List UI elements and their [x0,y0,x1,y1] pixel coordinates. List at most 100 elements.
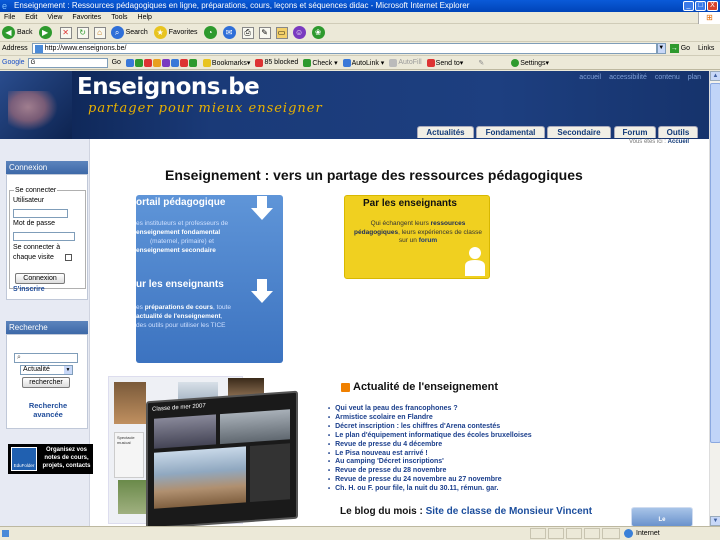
messenger-icon[interactable]: ☺ [292,26,306,39]
scroll-down-icon[interactable]: ▼ [710,516,720,526]
check-icon [303,58,312,67]
news-item[interactable]: Revue de presse du 24 novembre au 27 nov… [328,476,532,485]
teachers-for-text-b: préparations de cours [144,304,213,311]
news-item[interactable]: Revue de presse du 4 décembre [328,441,532,450]
blog-thumbnail[interactable]: Le [631,507,693,526]
search-category-select[interactable]: Actualité ▼ [20,365,73,375]
blog-of-month: Le blog du mois : Site de classe de Mons… [340,506,592,517]
forward-button[interactable]: ▶ [38,26,54,39]
stop-icon[interactable]: ✕ [59,26,72,39]
autofill-button[interactable]: AutoFill [389,58,422,67]
user-input[interactable] [13,209,68,218]
photo-collage[interactable]: Spectacle musical Classe de mer 2007 [108,376,308,526]
search-category-value: Actualité [23,366,50,373]
portal-panel: ortail pédagogique es instituteurs et pr… [136,195,283,363]
signup-link[interactable]: S'inscrire [13,286,45,293]
menu-help[interactable]: Help [138,12,152,23]
settings-button[interactable]: Settings▾ [511,58,549,67]
news-icon [134,58,143,67]
menu-view[interactable]: View [47,12,62,23]
tab-fondamental[interactable]: Fondamental [476,126,545,138]
toplink-plan[interactable]: plan [688,74,701,81]
news-item[interactable]: Revue de presse du 28 novembre [328,467,532,476]
scroll-up-icon[interactable]: ▲ [710,71,720,81]
globe-icon [624,529,633,538]
toplink-contenu[interactable]: contenu [655,74,680,81]
go-label: Go [680,45,691,52]
menu-tools[interactable]: Tools [111,12,127,23]
rss-icon[interactable] [341,382,350,392]
login-button[interactable]: Connexion [15,273,65,284]
vertical-scrollbar[interactable]: ▲ ▼ [709,71,720,526]
google-tool-icons[interactable] [125,58,198,67]
bookmarks-button[interactable]: Bookmarks▾ [202,58,250,67]
back-button[interactable]: ◀ Back [2,26,33,39]
scrollbar-thumb[interactable] [710,83,720,443]
news-item[interactable]: Le Pisa nouveau est arrivé ! [328,450,532,459]
menu-file[interactable]: File [4,12,15,23]
portal-text-d: enseignement secondaire [136,247,216,254]
page-done-icon [2,528,10,539]
site-logo[interactable]: Enseignons.be [77,74,260,100]
remember-checkbox[interactable] [65,254,72,261]
password-label: Mot de passe [13,220,56,227]
menu-edit[interactable]: Edit [25,12,37,23]
edufolder-logo-label: EduFolder [13,463,35,468]
research-icon[interactable]: ❀ [311,26,325,39]
password-input[interactable] [13,232,75,241]
page-viewport: Enseignons.be partager pour mieux enseig… [0,71,709,526]
tab-secondaire[interactable]: Secondaire [547,126,611,138]
minimize-button[interactable]: _ [683,1,694,11]
go-button[interactable]: → Go [669,44,691,53]
news-item[interactable]: Qui veut la peau des francophones ? [328,405,532,414]
address-dropdown-button[interactable]: ▼ [656,43,666,54]
menu-favorites[interactable]: Favorites [72,12,101,23]
edufolder-banner[interactable]: EduFolder Organisez vos notes de cours, … [8,444,93,474]
toplink-accessibilite[interactable]: accessibilité [609,74,647,81]
address-bar: Address http://www.enseignons.be/ ▼ → Go… [0,42,720,56]
print-icon[interactable]: ⎙ [241,26,254,39]
mail-icon[interactable]: ✉ [222,26,236,39]
teachers-by-text-d[interactable]: forum [419,237,437,244]
google-logo[interactable]: Google [2,59,25,66]
home-icon[interactable]: ⌂ [93,26,106,39]
refresh-icon[interactable]: ↻ [76,26,89,39]
teachers-by-text-a: Qui échangent leurs [370,220,429,227]
send-to-button[interactable]: Send to▾ [426,58,464,67]
news-item[interactable]: Le plan d'équipement informatique des éc… [328,432,532,441]
tab-actualites[interactable]: Actualités [417,126,474,138]
sidebar-search-input[interactable]: ⌕ [14,353,78,363]
top-links: accueil accessibilité contenu plan [579,74,701,81]
news-item[interactable]: Au camping 'Décret inscriptions' [328,458,532,467]
news-item[interactable]: Ch. H. ou F. pour file, la nuit du 30.11… [328,485,532,494]
favorites-button[interactable]: ★ Favorites [153,26,198,39]
teachers-for-text-f: des outils pour utiliser les TICE [136,322,226,329]
folder-icon[interactable]: ▭ [275,26,288,39]
links-button[interactable]: Links [698,45,714,52]
advanced-search-link[interactable]: Recherche avancée [22,401,74,419]
news-item[interactable]: Décret inscription : les chiffres d'Aren… [328,423,532,432]
window-title: Enseignement : Ressources pédagogiques e… [14,1,470,10]
popup-blocker-button[interactable]: 85 blocked [255,58,298,67]
breadcrumb-label: Vous êtes ici : [628,139,666,145]
history-icon[interactable]: ◔ [203,26,217,39]
collage-caption: Classe de mer 2007 [152,403,206,413]
address-input[interactable]: http://www.enseignons.be/ [31,43,657,54]
maximize-button[interactable]: □ [695,1,706,11]
pen-icon[interactable]: ✎ [478,59,484,67]
google-search-input[interactable]: G [27,57,108,68]
edit-icon[interactable]: ✎ [258,26,271,39]
autolink-button[interactable]: AutoLink ▾ [342,58,384,67]
tab-forum[interactable]: Forum [614,126,656,138]
blog-link[interactable]: Site de classe de Monsieur Vincent [426,506,593,517]
tab-outils[interactable]: Outils [658,126,698,138]
send-to-label: Send to▾ [435,59,464,67]
spell-check-button[interactable]: Check ▾ [303,58,338,67]
search-submit-button[interactable]: rechercher [22,377,70,388]
breadcrumb-current[interactable]: Accueil [668,139,689,145]
google-go-button[interactable]: Go [112,59,121,66]
news-item[interactable]: Armistice scolaire en Flandre [328,414,532,423]
close-button[interactable]: X [707,1,718,11]
search-button[interactable]: ⌕ Search [110,26,148,39]
toplink-accueil[interactable]: accueil [579,74,601,81]
